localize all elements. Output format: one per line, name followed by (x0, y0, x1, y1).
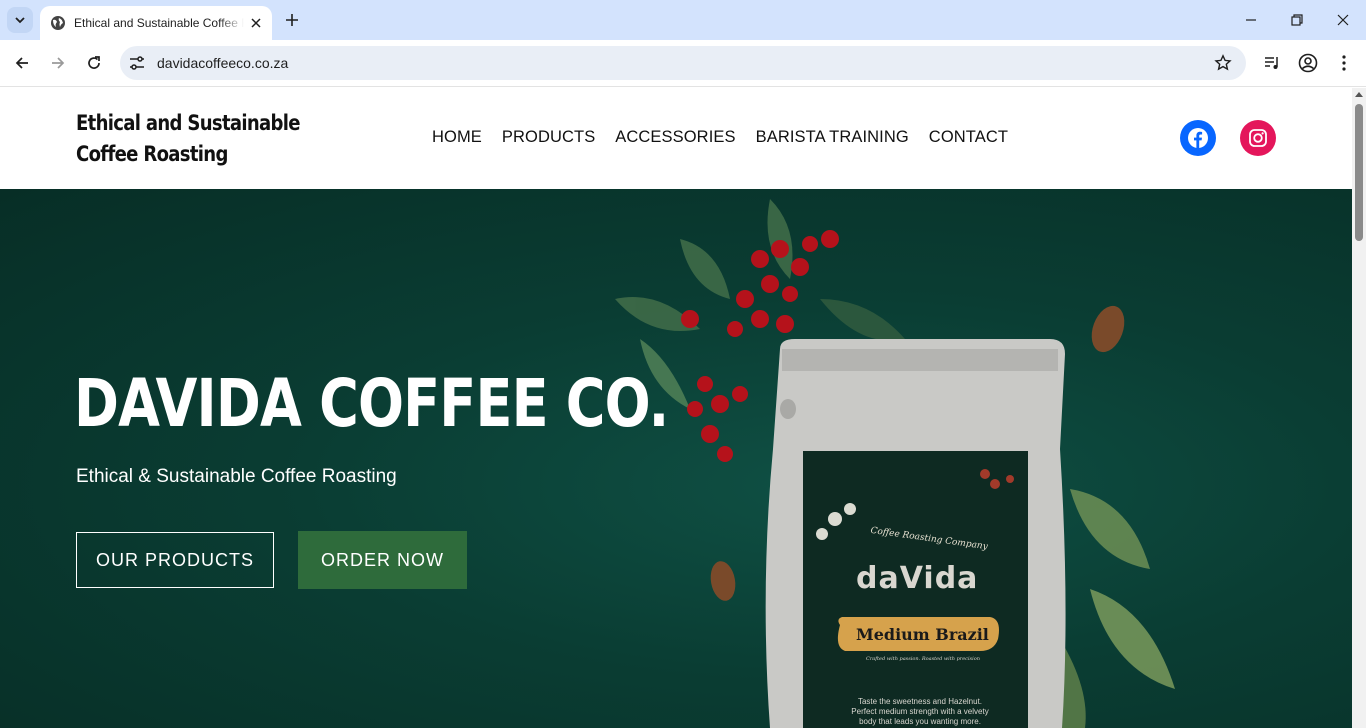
order-now-button[interactable]: ORDER NOW (298, 531, 467, 589)
tab-search-button[interactable] (7, 7, 33, 33)
bag-label: Medium Brazil (856, 625, 989, 644)
nav-home[interactable]: HOME (432, 128, 482, 147)
url-text: davidacoffeeco.co.za (157, 55, 289, 71)
close-tab-icon[interactable] (248, 15, 264, 31)
our-products-button[interactable]: OUR PRODUCTS (76, 532, 274, 588)
nav-accessories[interactable]: ACCESSORIES (615, 128, 735, 147)
close-window-icon[interactable] (1320, 0, 1366, 40)
minimize-icon[interactable] (1228, 0, 1274, 40)
bag-description-line: Perfect medium strength with a velvety (851, 707, 989, 716)
reload-icon[interactable] (81, 50, 107, 76)
chevron-down-icon (15, 17, 25, 24)
facebook-icon[interactable] (1180, 120, 1216, 156)
scroll-up-arrow-icon[interactable] (1355, 92, 1363, 97)
nav-products[interactable]: PRODUCTS (502, 128, 595, 147)
site-title-link[interactable]: Ethical and Sustainable Coffee Roasting (76, 108, 334, 170)
instagram-icon[interactable] (1240, 120, 1276, 156)
bookmark-star-icon[interactable] (1214, 54, 1232, 72)
hero-subtitle: Ethical & Sustainable Coffee Roasting (76, 466, 397, 487)
forward-arrow-icon[interactable] (45, 50, 71, 76)
site-settings-icon[interactable] (128, 54, 146, 72)
web-page: Ethical and Sustainable Coffee Roasting … (0, 88, 1352, 728)
new-tab-icon[interactable] (282, 10, 302, 30)
bag-tagline: Crafted with passion. Roasted with preci… (866, 656, 980, 662)
bag-description-line: body that leads you wanting more. (859, 717, 981, 726)
bag-description-line: Taste the sweetness and Hazelnut. (857, 697, 983, 706)
restore-icon[interactable] (1274, 0, 1320, 40)
browser-tab-bar: Ethical and Sustainable Coffee Roasting (0, 0, 1366, 40)
hero-section: Coffee Roasting Company daVida Medium Br… (0, 189, 1352, 728)
nav-barista-training[interactable]: BARISTA TRAINING (756, 128, 909, 147)
page-scrollbar[interactable] (1352, 88, 1366, 728)
scrollbar-thumb[interactable] (1355, 104, 1363, 241)
back-arrow-icon[interactable] (9, 50, 35, 76)
nav-contact[interactable]: CONTACT (929, 128, 1008, 147)
site-header: Ethical and Sustainable Coffee Roasting … (0, 88, 1352, 189)
more-menu-icon[interactable] (1333, 52, 1355, 74)
browser-tab[interactable]: Ethical and Sustainable Coffee Roasting (40, 6, 272, 40)
address-bar[interactable]: davidacoffeeco.co.za (120, 46, 1246, 80)
main-navigation: HOME PRODUCTS ACCESSORIES BARISTA TRAINI… (432, 128, 1028, 147)
browser-toolbar: davidacoffeeco.co.za (0, 40, 1366, 87)
tab-title: Ethical and Sustainable Coffee Roasting (74, 16, 244, 30)
profile-icon[interactable] (1297, 52, 1319, 74)
hero-title: DAVIDA COFFEE CO. (74, 365, 669, 442)
bag-brand: daVida (856, 561, 979, 596)
bag-description: Taste the sweetness and Hazelnut. Perfec… (834, 697, 1006, 727)
media-control-icon[interactable] (1261, 52, 1283, 74)
globe-icon (51, 16, 65, 30)
hero-artwork (615, 199, 1175, 728)
